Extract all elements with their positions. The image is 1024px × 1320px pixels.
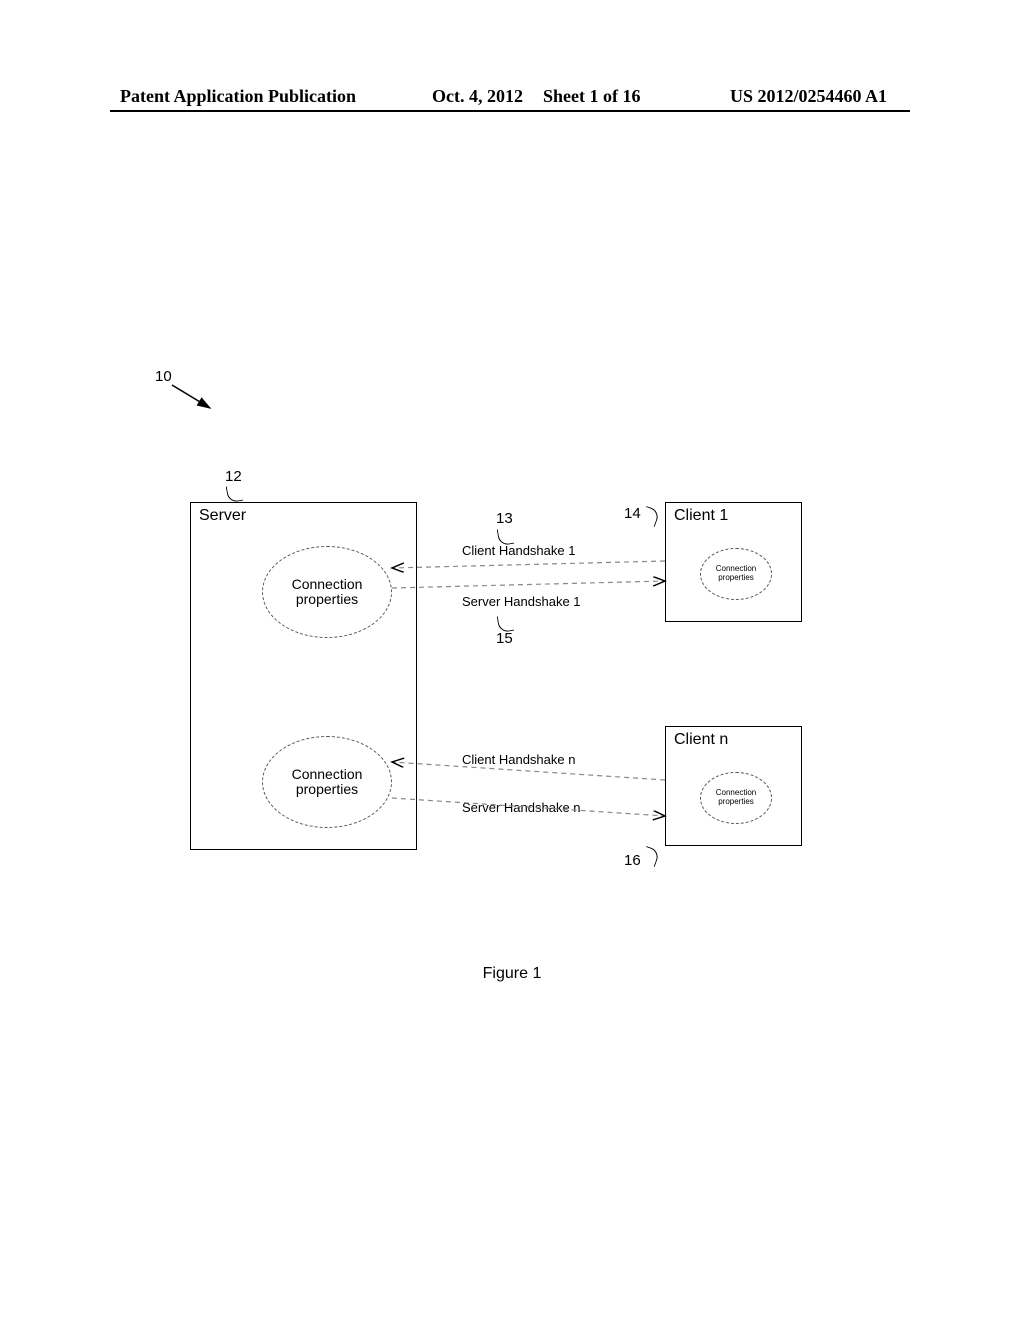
client1-title: Client 1 (674, 507, 728, 525)
label-server-handshake-n: Server Handshake n (462, 800, 581, 815)
page: Patent Application Publication Oct. 4, 2… (0, 0, 1024, 1320)
ref-10: 10 (155, 368, 172, 385)
squiggle-12 (226, 484, 244, 503)
client1-bubble-text: Connectionproperties (716, 565, 756, 583)
squiggle-16 (641, 846, 661, 867)
label-server-handshake-1: Server Handshake 1 (462, 594, 581, 609)
header-rule (110, 110, 910, 112)
server-bubble-2-text: Connectionproperties (292, 767, 363, 798)
ref-16: 16 (624, 852, 641, 869)
server-bubble-1: Connectionproperties (262, 546, 392, 638)
ref-10-arrow (0, 0, 1024, 1320)
server-title: Server (199, 507, 246, 525)
figure-caption: Figure 1 (0, 965, 1024, 983)
connection-lines (0, 0, 1024, 1320)
clientn-title: Client n (674, 731, 728, 749)
header-pubno: US 2012/0254460 A1 (730, 86, 887, 107)
ref-13: 13 (496, 510, 513, 527)
page-header: Patent Application Publication Oct. 4, 2… (0, 86, 1024, 112)
squiggle-14 (641, 506, 661, 527)
label-client-handshake-n: Client Handshake n (462, 752, 575, 767)
ref-15: 15 (496, 630, 513, 647)
header-date: Oct. 4, 2012 (432, 86, 523, 107)
label-client-handshake-1: Client Handshake 1 (462, 543, 575, 558)
header-sheet: Sheet 1 of 16 (543, 86, 641, 107)
server-bubble-2: Connectionproperties (262, 736, 392, 828)
server-bubble-1-text: Connectionproperties (292, 577, 363, 608)
clientn-bubble: Connectionproperties (700, 772, 772, 824)
clientn-bubble-text: Connectionproperties (716, 789, 756, 807)
client1-bubble: Connectionproperties (700, 548, 772, 600)
ref-12: 12 (225, 468, 242, 485)
ref-14: 14 (624, 505, 641, 522)
header-publication: Patent Application Publication (120, 86, 356, 107)
